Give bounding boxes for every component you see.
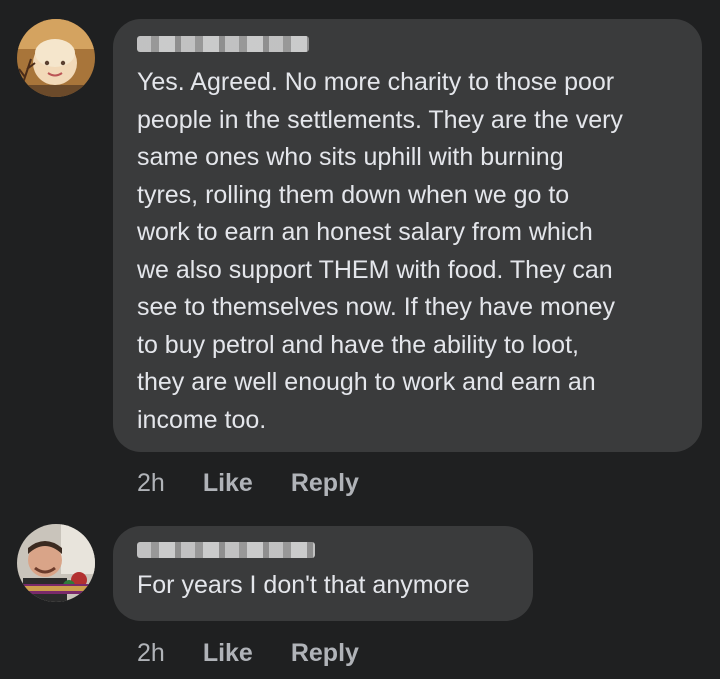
commenter-name-redacted[interactable] [137, 36, 309, 52]
reply-button[interactable]: Reply [291, 469, 359, 498]
reply-button[interactable]: Reply [291, 639, 359, 668]
comment-text: For years I don't that anymore [137, 571, 470, 599]
comment-bubble: For years I don't that anymore [113, 526, 533, 621]
comment-timestamp: 2h [137, 468, 165, 497]
profile-photo-woman-icon [17, 19, 95, 97]
comment-text: Yes. Agreed. No more charity to those po… [137, 68, 623, 434]
comment-actions: 2h Like Reply [137, 636, 359, 670]
comment-timestamp: 2h [137, 638, 165, 667]
commenter-name-redacted[interactable] [137, 542, 315, 558]
comment-actions: 2h Like Reply [137, 466, 359, 500]
like-button[interactable]: Like [203, 639, 253, 668]
profile-photo-man-icon [17, 524, 95, 602]
like-button[interactable]: Like [203, 469, 253, 498]
commenter-avatar[interactable] [17, 524, 95, 602]
commenter-avatar[interactable] [17, 19, 95, 97]
comment-bubble: Yes. Agreed. No more charity to those po… [113, 19, 702, 452]
